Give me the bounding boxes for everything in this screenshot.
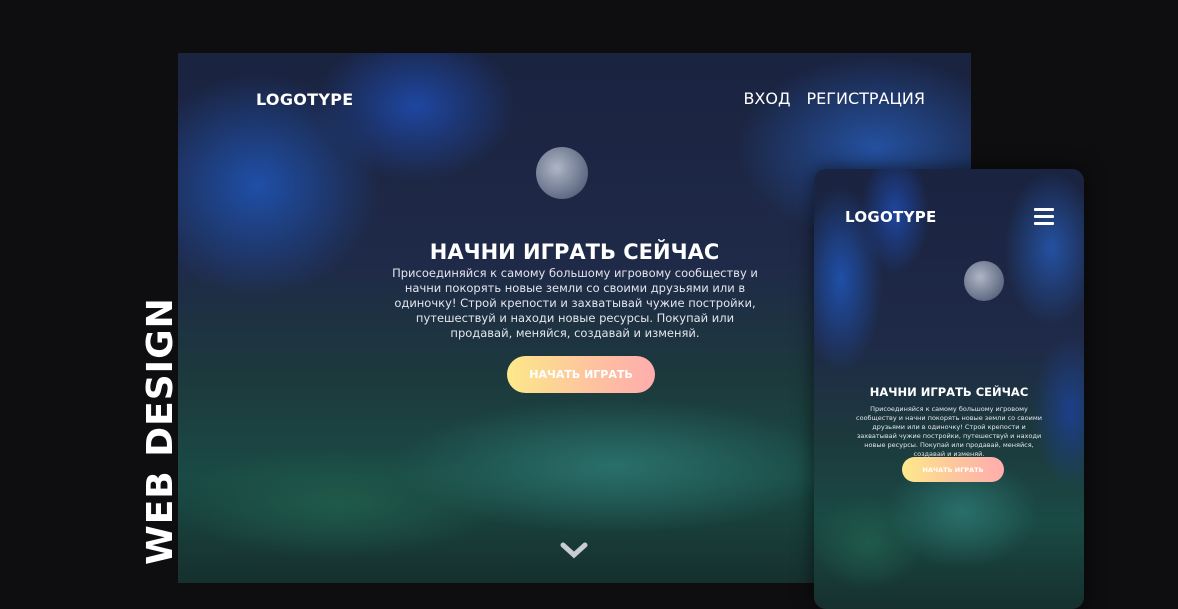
moon-image [536,147,588,199]
mobile-start-playing-button[interactable]: НАЧАТЬ ИГРАТЬ [902,457,1004,482]
nav-login-link[interactable]: ВХОД [743,89,790,108]
moon-image [964,261,1004,301]
mobile-hero-title: НАЧНИ ИГРАТЬ СЕЙЧАС [869,385,1029,399]
mobile-hero-text: Присоединяйся к самому большому игровому… [856,405,1042,458]
nav-register-link[interactable]: РЕГИСТРАЦИЯ [806,89,925,108]
logo[interactable]: LOGOTYPE [256,90,354,109]
chevron-down-icon[interactable] [560,541,588,561]
hamburger-menu-icon[interactable] [1034,208,1054,225]
top-nav: ВХОД РЕГИСТРАЦИЯ [743,89,925,108]
mobile-logo[interactable]: LOGOTYPE [845,208,937,226]
web-design-label: WEB DESIGN [140,297,181,565]
start-playing-button[interactable]: НАЧАТЬ ИГРАТЬ [507,356,655,393]
mobile-mockup: LOGOTYPE НАЧНИ ИГРАТЬ СЕЙЧАС Присоединяй… [814,169,1084,609]
hero-text: Присоединяйся к самому большому игровому… [392,266,758,340]
